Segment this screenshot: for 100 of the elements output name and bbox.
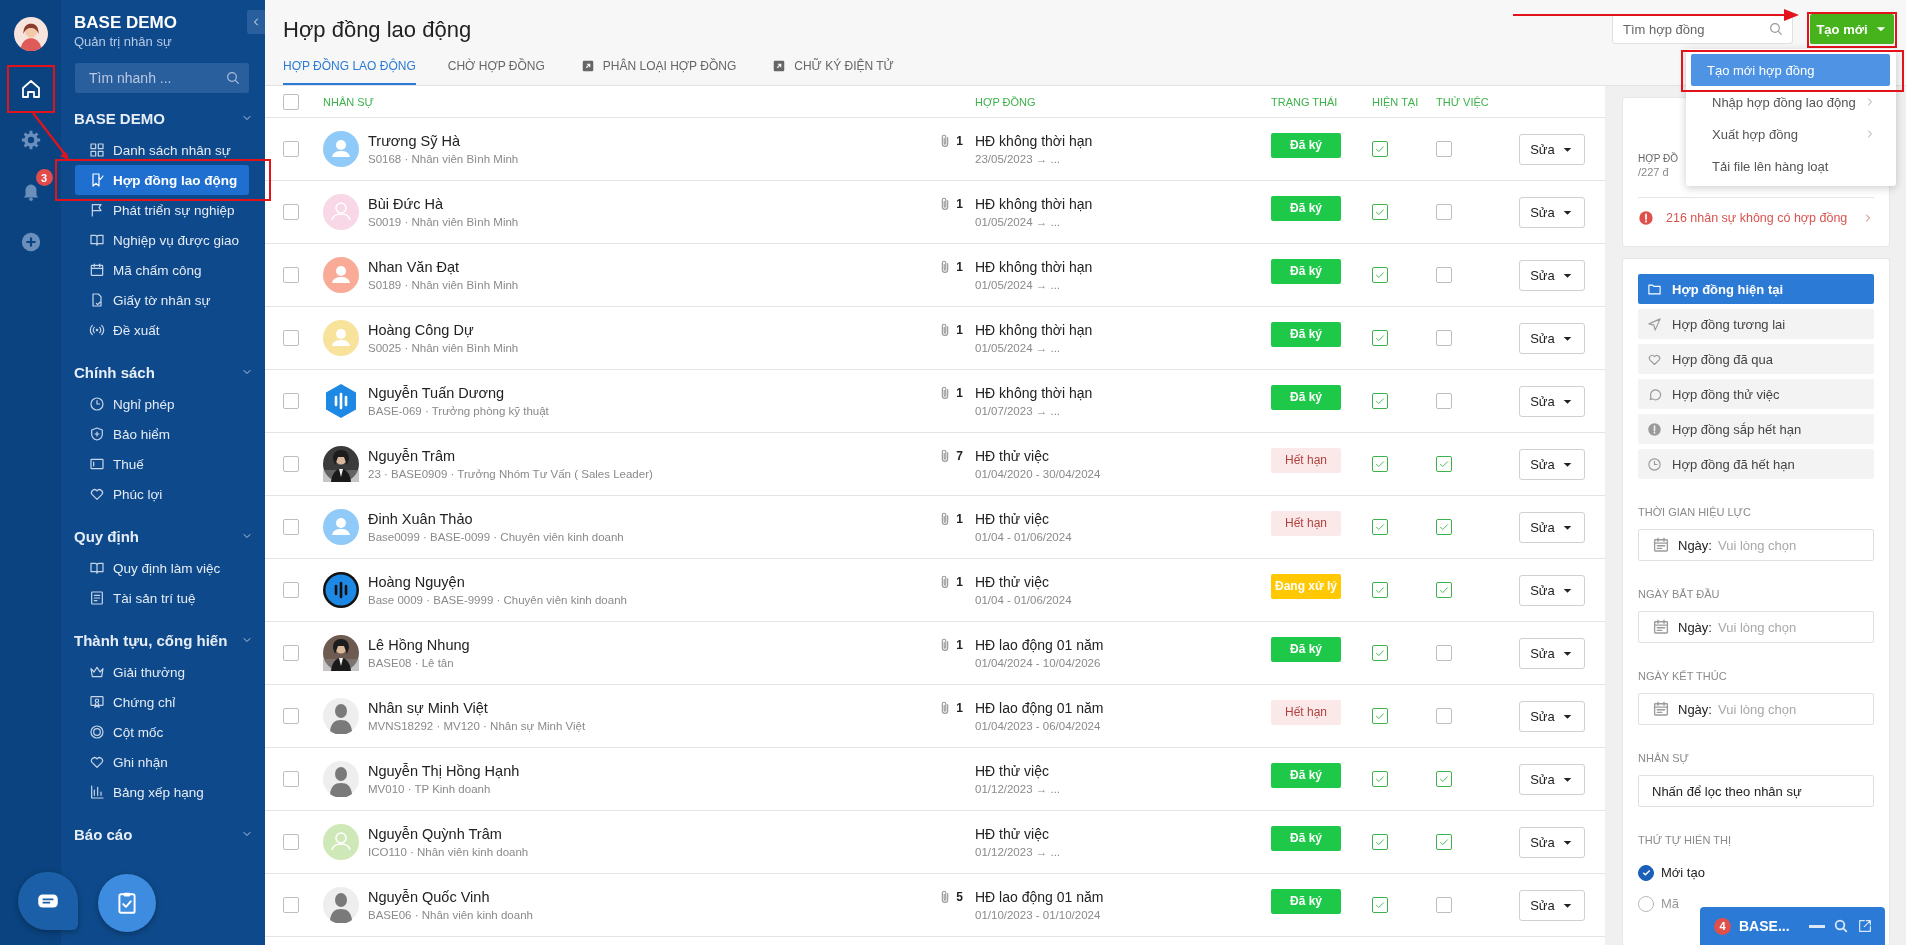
staff-field[interactable]: Nhấn để lọc theo nhân sự (1638, 775, 1874, 807)
edit-button[interactable]: Sửa (1519, 133, 1585, 165)
sidebar-item[interactable]: Ghi nhận (75, 747, 249, 777)
employee-name[interactable]: Hoàng Nguyện (368, 574, 465, 590)
sidebar-item[interactable]: Hợp đồng lao động (75, 165, 249, 195)
filter-item[interactable]: Hợp đồng đã hết hạn (1638, 449, 1874, 479)
section-header[interactable]: Báo cáo (61, 817, 265, 851)
edit-button[interactable]: Sửa (1519, 574, 1585, 606)
edit-button[interactable]: Sửa (1519, 259, 1585, 291)
sidebar-item[interactable]: Nghiệp vụ được giao (75, 225, 249, 255)
sidebar-item[interactable]: Thuế (75, 449, 249, 479)
employee-name[interactable]: Nhân sự Minh Việt (368, 700, 488, 716)
row-checkbox[interactable] (283, 834, 299, 850)
sidebar-item[interactable]: Quy định làm việc (75, 553, 249, 583)
sidebar-item[interactable]: Mã chấm công (75, 255, 249, 285)
date-field[interactable]: Ngày: Vui lòng chọn (1638, 611, 1874, 643)
filter-item[interactable]: Hợp đồng đã qua (1638, 344, 1874, 374)
menu-item[interactable]: Nhập hợp đồng lao động (1691, 86, 1890, 118)
probation-checkbox[interactable] (1436, 834, 1452, 850)
row-checkbox[interactable] (283, 582, 299, 598)
current-checkbox[interactable] (1372, 141, 1388, 157)
edit-button[interactable]: Sửa (1519, 826, 1585, 858)
probation-checkbox[interactable] (1436, 141, 1452, 157)
current-checkbox[interactable] (1372, 330, 1388, 346)
tab[interactable]: PHÂN LOẠI HỢP ĐỒNG (580, 50, 737, 85)
employee-name[interactable]: Nguyễn Tuấn Dương (368, 385, 505, 401)
row-checkbox[interactable] (283, 645, 299, 661)
employee-name[interactable]: Hoàng Công Dự (368, 322, 474, 338)
row-checkbox[interactable] (283, 456, 299, 472)
filter-item[interactable]: Hợp đồng sắp hết hạn (1638, 414, 1874, 444)
edit-button[interactable]: Sửa (1519, 385, 1585, 417)
filter-item[interactable]: Hợp đồng tương lai (1638, 309, 1874, 339)
employee-name[interactable]: Nguyễn Thị Hồng Hạnh (368, 763, 520, 779)
row-checkbox[interactable] (283, 204, 299, 220)
probation-checkbox[interactable] (1436, 582, 1452, 598)
probation-checkbox[interactable] (1436, 267, 1452, 283)
sidebar-item[interactable]: Phúc lợi (75, 479, 249, 509)
employee-name[interactable]: Trương Sỹ Hà (368, 133, 460, 149)
tab[interactable]: CHỮ KÝ ĐIỆN TỬ (772, 50, 894, 85)
menu-item[interactable]: Tải file lên hàng loạt (1691, 150, 1890, 182)
date-field[interactable]: Ngày: Vui lòng chọn (1638, 693, 1874, 725)
date-field[interactable]: Ngày: Vui lòng chọn (1638, 529, 1874, 561)
edit-button[interactable]: Sửa (1519, 511, 1585, 543)
sidebar-item[interactable]: Đề xuất (75, 315, 249, 345)
current-checkbox[interactable] (1372, 834, 1388, 850)
tab[interactable]: CHỜ HỢP ĐỒNG (447, 50, 545, 85)
search-box[interactable]: Tìm hợp đồng (1612, 14, 1793, 44)
menu-item[interactable]: Xuất hợp đồng (1691, 118, 1890, 150)
employee-name[interactable]: Nguyễn Quốc Vinh (368, 889, 490, 905)
current-checkbox[interactable] (1372, 645, 1388, 661)
probation-checkbox[interactable] (1436, 204, 1452, 220)
sidebar-item[interactable]: Danh sách nhân sự (75, 135, 249, 165)
sidebar-item[interactable]: Nghỉ phép (75, 389, 249, 419)
edit-button[interactable]: Sửa (1519, 763, 1585, 795)
row-checkbox[interactable] (283, 267, 299, 283)
probation-checkbox[interactable] (1436, 771, 1452, 787)
probation-checkbox[interactable] (1436, 645, 1452, 661)
current-checkbox[interactable] (1372, 771, 1388, 787)
section-header[interactable]: Chính sách (61, 355, 265, 389)
chat-title[interactable]: BASE... (1739, 918, 1790, 934)
probation-checkbox[interactable] (1436, 456, 1452, 472)
row-checkbox[interactable] (283, 141, 299, 157)
quick-search-input[interactable]: Tìm nhanh ... (87, 69, 225, 87)
current-checkbox[interactable] (1372, 456, 1388, 472)
edit-button[interactable]: Sửa (1519, 322, 1585, 354)
section-header[interactable]: Thành tựu, cống hiến (61, 623, 265, 657)
current-checkbox[interactable] (1372, 267, 1388, 283)
sidebar-item[interactable]: Giải thưởng (75, 657, 249, 687)
edit-button[interactable]: Sửa (1519, 637, 1585, 669)
row-checkbox[interactable] (283, 771, 299, 787)
sidebar-item[interactable]: Giấy tờ nhân sự (75, 285, 249, 315)
current-checkbox[interactable] (1372, 393, 1388, 409)
row-checkbox[interactable] (283, 330, 299, 346)
collapse-button[interactable] (247, 10, 265, 34)
row-checkbox[interactable] (283, 708, 299, 724)
edit-button[interactable]: Sửa (1519, 196, 1585, 228)
filter-item[interactable]: Hợp đồng thử việc (1638, 379, 1874, 409)
employee-name[interactable]: Nguyễn Quỳnh Trâm (368, 826, 502, 842)
edit-button[interactable]: Sửa (1519, 700, 1585, 732)
select-all-checkbox[interactable] (283, 93, 299, 110)
employee-name[interactable]: Lê Hồng Nhung (368, 637, 470, 653)
sidebar-item[interactable]: Chứng chỉ (75, 687, 249, 717)
probation-checkbox[interactable] (1436, 708, 1452, 724)
current-checkbox[interactable] (1372, 204, 1388, 220)
quick-search-field[interactable]: Tìm nhanh ... (75, 63, 249, 93)
employee-name[interactable]: Nguyễn Trâm (368, 448, 456, 464)
probation-checkbox[interactable] (1436, 897, 1452, 913)
sidebar-item[interactable]: Cột mốc (75, 717, 249, 747)
employee-name[interactable]: Bùi Đức Hà (368, 196, 443, 212)
current-checkbox[interactable] (1372, 708, 1388, 724)
section-header[interactable]: BASE DEMO (61, 101, 265, 135)
current-checkbox[interactable] (1372, 582, 1388, 598)
edit-button[interactable]: Sửa (1519, 889, 1585, 921)
probation-checkbox[interactable] (1436, 393, 1452, 409)
sidebar-item[interactable]: Tài sản trí tuệ (75, 583, 249, 613)
filter-item[interactable]: Hợp đồng hiện tại (1638, 274, 1874, 304)
row-checkbox[interactable] (283, 393, 299, 409)
row-checkbox[interactable] (283, 519, 299, 535)
warning-link[interactable]: 216 nhân sự không có hợp đồng (1638, 198, 1874, 238)
section-header[interactable]: Quy định (61, 519, 265, 553)
